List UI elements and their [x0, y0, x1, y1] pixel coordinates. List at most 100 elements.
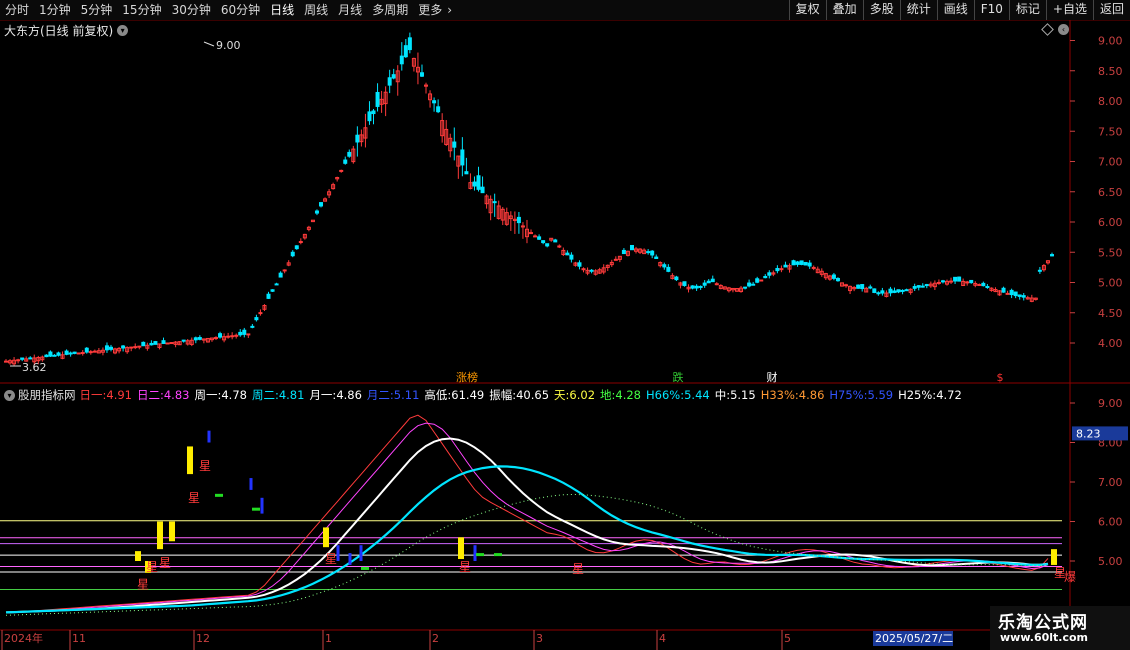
candle-body — [613, 258, 618, 261]
signal-bar — [157, 521, 163, 550]
event-marker-2[interactable]: 财 — [767, 370, 778, 384]
candle-body — [161, 340, 166, 344]
candle-body — [242, 329, 247, 335]
current-price-label: 8.23 — [1076, 427, 1101, 440]
candle-body — [835, 277, 840, 282]
candle-body — [16, 359, 21, 362]
candle-body — [751, 283, 756, 286]
star-signal-0: 星 — [137, 578, 149, 592]
candle-body — [44, 354, 49, 358]
candle-body — [258, 312, 263, 315]
candle-body — [940, 280, 945, 283]
candle-body — [880, 290, 885, 294]
signal-bar-blue — [260, 497, 264, 514]
candle-body — [844, 284, 849, 287]
candle-body — [226, 335, 231, 338]
candle-body — [541, 240, 546, 244]
candle-body — [169, 342, 174, 345]
candle-body — [900, 289, 905, 292]
candle-body — [4, 360, 8, 363]
main-y-tick-label: 4.50 — [1098, 307, 1123, 320]
candle-body — [674, 276, 679, 281]
candle-body — [904, 289, 909, 292]
candle-body — [476, 175, 481, 190]
candle-body — [533, 235, 538, 238]
candle-body — [650, 250, 655, 256]
star-signal-5: 星 — [325, 552, 337, 566]
candle-body — [831, 274, 836, 279]
candle-body — [714, 283, 719, 286]
candle-body — [646, 251, 651, 254]
candle-body — [791, 260, 796, 266]
candle-body — [775, 268, 780, 272]
event-marker-3[interactable]: $ — [997, 371, 1004, 384]
watermark-logo: 乐淘公式网 www.60lt.com — [990, 606, 1130, 650]
candle-body — [274, 283, 279, 286]
signal-bar — [1051, 549, 1057, 565]
candle-body — [581, 268, 586, 271]
candle-body — [916, 285, 921, 288]
ind-y-tick-label: 6.00 — [1098, 516, 1123, 529]
main-y-tick-label: 6.50 — [1098, 186, 1123, 199]
candle-body — [949, 280, 954, 283]
candle-body — [214, 337, 219, 340]
signal-bar — [458, 537, 464, 560]
candle-body — [129, 346, 134, 349]
candle-body — [104, 345, 109, 351]
candle-body — [181, 339, 186, 342]
candle-body — [710, 278, 715, 283]
chart-canvas[interactable]: 9.00 8.50 8.00 7.50 7.00 6.50 6.00 5.50 5.00 4.50… — [0, 0, 1130, 650]
watermark-name: 乐淘公式网 — [998, 613, 1088, 633]
candle-body — [460, 149, 465, 166]
candle-body — [892, 290, 897, 293]
candle-body — [545, 243, 550, 247]
signal-bar-blue — [249, 478, 253, 490]
star-signal-7: 星 — [572, 562, 584, 576]
signal-bar — [323, 527, 329, 548]
x-axis-label-6: 4 — [659, 632, 666, 645]
candle-body — [860, 284, 865, 290]
candle-body — [419, 72, 424, 77]
candle-body — [1001, 287, 1006, 293]
candle-body — [763, 275, 768, 279]
candle-body — [141, 341, 146, 347]
curve-day-two — [5, 422, 1049, 613]
candle-body — [920, 285, 925, 288]
event-marker-0[interactable]: 涨榜 — [456, 370, 478, 384]
watermark-url: www.60lt.com — [1000, 631, 1089, 644]
candle-body — [694, 285, 699, 289]
event-marker-1[interactable]: 跌 — [673, 370, 684, 384]
candle-body — [436, 106, 441, 113]
candle-body — [1005, 292, 1010, 295]
candle-body — [577, 262, 582, 267]
high-pointer — [203, 41, 215, 47]
candle-body — [391, 74, 396, 79]
signal-dash-green — [361, 566, 369, 570]
candle-body — [803, 261, 808, 266]
candle-body — [109, 346, 114, 350]
candle-body — [706, 280, 711, 284]
main-y-tick-label: 5.00 — [1098, 277, 1123, 290]
candle-body — [1013, 291, 1018, 297]
candle-body — [492, 201, 497, 204]
candle-body — [149, 342, 154, 346]
candle-body — [250, 325, 255, 328]
main-y-tick-label: 6.00 — [1098, 216, 1123, 229]
candle-body — [1009, 289, 1014, 296]
candle-body — [557, 245, 562, 248]
candle-body — [20, 357, 25, 360]
candle-body — [56, 352, 61, 356]
x-axis-label-4: 2 — [432, 632, 439, 645]
x-axis-label-3: 1 — [325, 632, 332, 645]
candle-body — [80, 352, 85, 355]
main-y-tick-label: 8.00 — [1098, 95, 1123, 108]
star-signal-6: 星 — [459, 560, 471, 574]
candle-body — [896, 289, 901, 293]
candle-body — [121, 345, 126, 349]
candle-body — [153, 341, 158, 345]
signal-bar-blue — [207, 430, 211, 443]
candle-body — [953, 276, 958, 282]
candle-body — [759, 279, 764, 282]
x-axis-label-0: 2024年 — [4, 631, 43, 645]
candle-body — [981, 282, 986, 287]
